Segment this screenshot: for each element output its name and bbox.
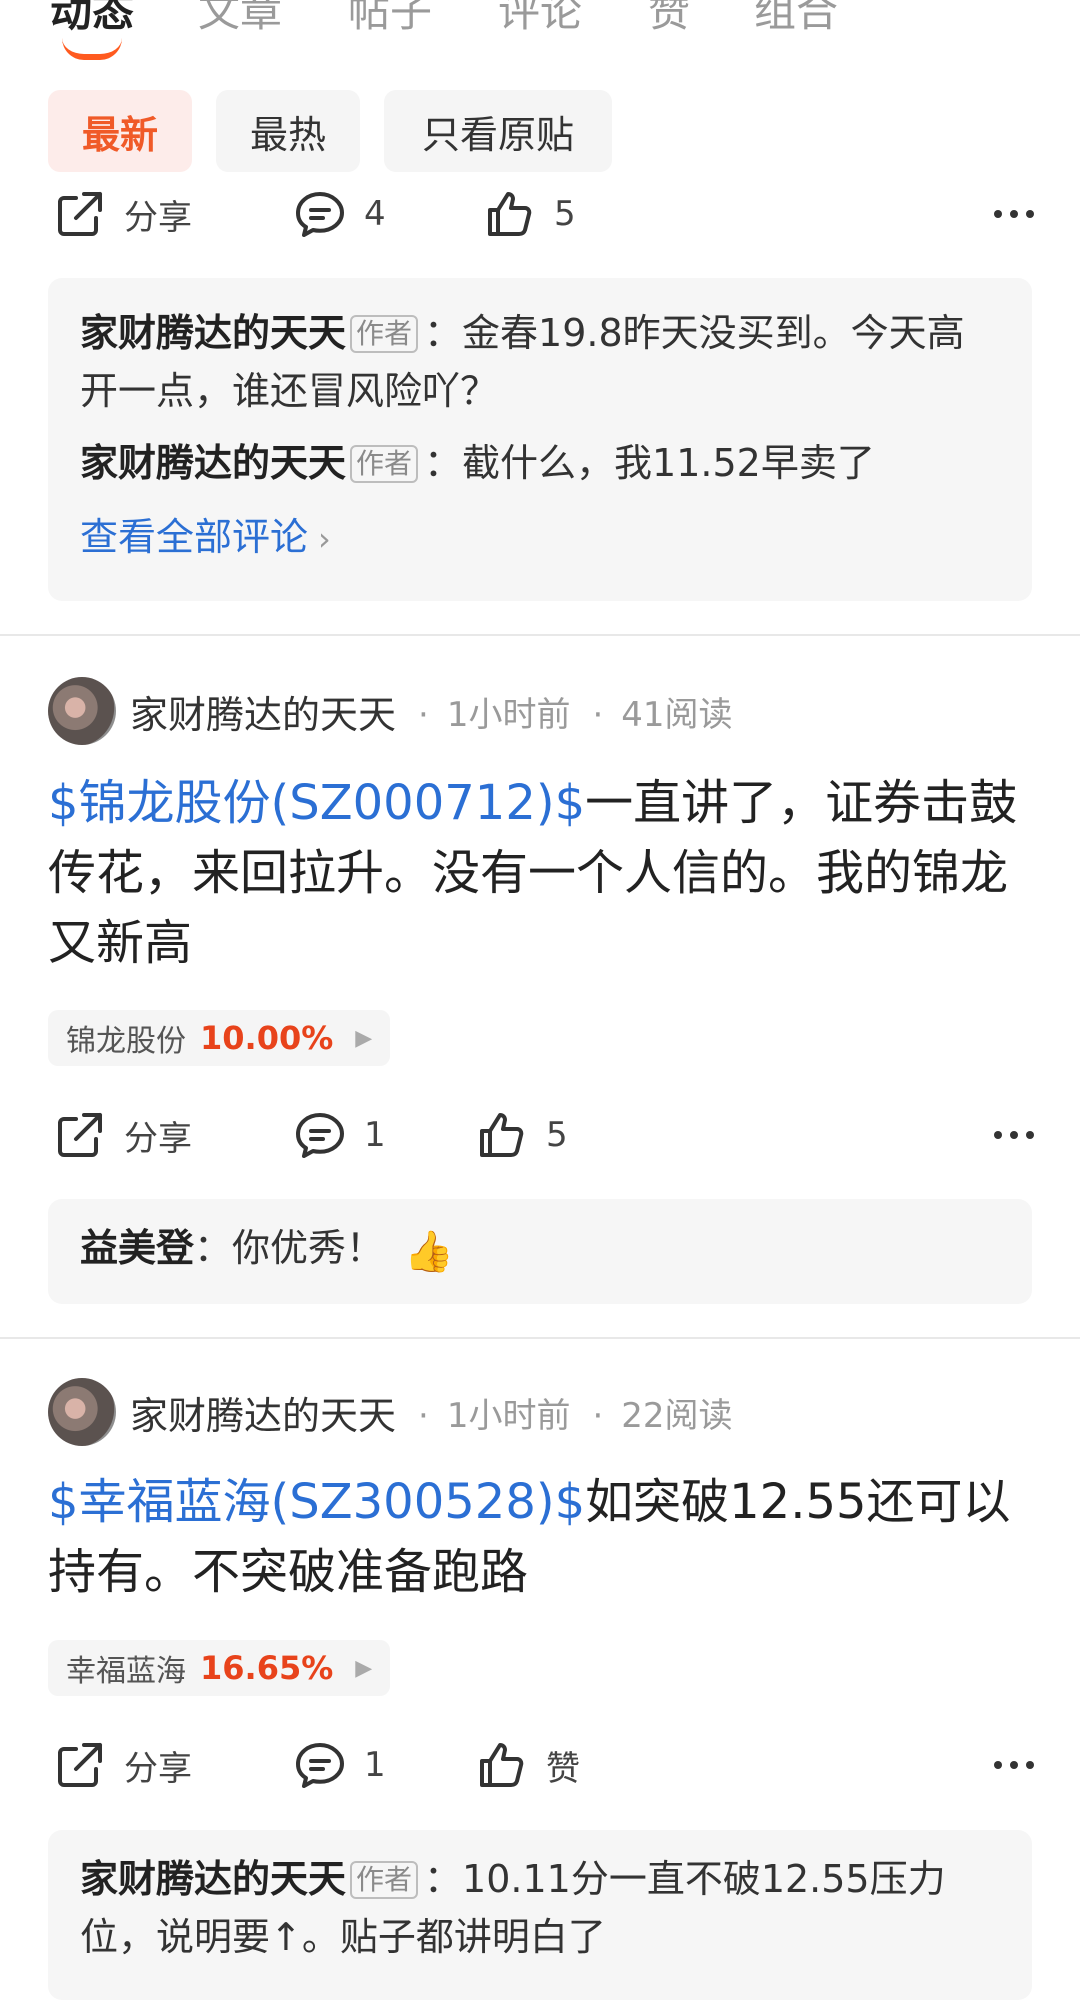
like-button[interactable]: 赞 xyxy=(474,1735,580,1795)
like-label: 赞 xyxy=(546,1748,580,1789)
stock-name: 锦龙股份 xyxy=(66,1024,186,1059)
tab-dynamic[interactable]: 动态 xyxy=(50,0,134,39)
thumbs-up-icon xyxy=(480,1743,524,1787)
post-action-bar: 分享 4 5 xyxy=(0,184,1080,244)
comment-item: 家财腾达的天天 作者 ：10.11分一直不破12.55压力位，说明要↑。贴子都讲明白… xyxy=(80,1850,1000,1966)
share-button[interactable]: 分享 xyxy=(52,1735,192,1795)
comment-button[interactable]: 4 xyxy=(292,184,386,244)
tab-posts[interactable]: 帖子 xyxy=(348,0,432,39)
post-body[interactable]: $锦龙股份(SZ000712)$一直讲了，证券击鼓传花，来回拉升。没有一个人信的… xyxy=(48,768,1038,978)
tab-comments[interactable]: 评论 xyxy=(498,0,582,39)
avatar[interactable] xyxy=(48,1378,116,1446)
comment-count: 1 xyxy=(364,1745,386,1785)
comment-icon xyxy=(296,1743,344,1788)
post-reads: · 41阅读 xyxy=(592,694,733,735)
post-action-bar: 分享 1 赞 xyxy=(0,1735,1080,1795)
filter-latest[interactable]: 最新 xyxy=(48,90,192,172)
post-author[interactable]: 家财腾达的天天 xyxy=(130,1385,396,1440)
stock-tag[interactable]: 锦龙股份 10.00% ▶ xyxy=(48,1010,391,1066)
active-tab-indicator xyxy=(62,38,122,60)
comment-button[interactable]: 1 xyxy=(292,1105,386,1165)
post-body[interactable]: $幸福蓝海(SZ300528)$如突破12.55还可以持有。不突破准备跑路 xyxy=(48,1467,1038,1607)
thumbs-up-icon xyxy=(480,1113,524,1157)
post-header: 家财腾达的天天 · 1小时前 · 41阅读 xyxy=(48,675,733,747)
post-header: 家财腾达的天天 · 1小时前 · 22阅读 xyxy=(48,1376,733,1448)
post-author[interactable]: 家财腾达的天天 xyxy=(130,684,396,739)
stock-link[interactable]: $锦龙股份(SZ000712)$ xyxy=(48,775,585,831)
share-label: 分享 xyxy=(124,1118,192,1159)
filter-hottest[interactable]: 最热 xyxy=(216,90,360,172)
more-icon[interactable] xyxy=(994,1735,1034,1795)
thumbs-up-icon xyxy=(488,192,532,236)
author-badge: 作者 xyxy=(350,1861,419,1899)
chevron-right-icon: › xyxy=(318,520,331,558)
comment-item: 家财腾达的天天 作者 ：金春19.8昨天没买到。今天高开一点，谁还冒风险吖？ xyxy=(80,304,1000,420)
stock-change: 10.00% xyxy=(200,1019,334,1057)
comment-user[interactable]: 家财腾达的天天 xyxy=(80,311,346,355)
tab-articles[interactable]: 文章 xyxy=(198,0,282,39)
post-reads: · 22阅读 xyxy=(592,1395,733,1436)
thumbs-up-emoji: 👍 xyxy=(404,1229,454,1275)
like-count: 5 xyxy=(554,194,576,234)
comment-icon xyxy=(296,192,344,237)
comment-count: 4 xyxy=(364,194,386,234)
comment-text: ：截什么，我11.52早卖了 xyxy=(424,441,875,485)
stock-tag[interactable]: 幸福蓝海 16.65% ▶ xyxy=(48,1640,391,1696)
comment-preview[interactable]: 益美登：你优秀！ 👍 xyxy=(48,1199,1032,1304)
comment-item: 益美登：你优秀！ 👍 xyxy=(80,1219,1000,1281)
tab-likes[interactable]: 赞 xyxy=(648,0,690,39)
more-icon[interactable] xyxy=(994,184,1034,244)
tab-bar: 动态 文章 帖子 评论 赞 组合 xyxy=(0,0,1080,60)
filter-original-only[interactable]: 只看原贴 xyxy=(384,90,612,172)
comment-user[interactable]: 家财腾达的天天 xyxy=(80,441,346,485)
comment-count: 1 xyxy=(364,1115,386,1155)
share-icon xyxy=(58,1743,102,1787)
comment-icon xyxy=(296,1113,344,1158)
comment-user[interactable]: 益美登 xyxy=(80,1226,194,1270)
stock-change: 16.65% xyxy=(200,1649,334,1687)
play-icon: ▶ xyxy=(355,1655,373,1681)
tab-portfolio[interactable]: 组合 xyxy=(754,0,838,39)
avatar[interactable] xyxy=(48,677,116,745)
comment-button[interactable]: 1 xyxy=(292,1735,386,1795)
share-button[interactable]: 分享 xyxy=(52,1105,192,1165)
share-icon xyxy=(58,192,102,236)
author-badge: 作者 xyxy=(350,315,419,353)
divider xyxy=(0,1337,1080,1339)
author-badge: 作者 xyxy=(350,445,419,483)
share-label: 分享 xyxy=(124,197,192,238)
post-action-bar: 分享 1 5 xyxy=(0,1105,1080,1165)
comment-text: ：你优秀！ xyxy=(194,1226,385,1270)
stock-name: 幸福蓝海 xyxy=(66,1654,186,1689)
comment-preview[interactable]: 家财腾达的天天 作者 ：10.11分一直不破12.55压力位，说明要↑。贴子都讲明白… xyxy=(48,1830,1032,2000)
stock-link[interactable]: $幸福蓝海(SZ300528)$ xyxy=(48,1474,585,1530)
more-icon[interactable] xyxy=(994,1105,1034,1165)
divider xyxy=(0,634,1080,636)
comment-item: 家财腾达的天天 作者 ：截什么，我11.52早卖了 xyxy=(80,434,1000,492)
play-icon: ▶ xyxy=(355,1025,373,1051)
like-button[interactable]: 5 xyxy=(474,1105,568,1165)
post-time: · 1小时前 xyxy=(418,1395,571,1436)
share-icon xyxy=(58,1113,102,1157)
see-all-comments-link[interactable]: 查看全部评论 › xyxy=(80,506,1000,561)
share-button[interactable]: 分享 xyxy=(52,184,192,244)
comment-preview[interactable]: 家财腾达的天天 作者 ：金春19.8昨天没买到。今天高开一点，谁还冒风险吖？ 家财腾… xyxy=(48,278,1032,601)
share-label: 分享 xyxy=(124,1748,192,1789)
like-count: 5 xyxy=(546,1115,568,1155)
post-time: · 1小时前 xyxy=(418,694,571,735)
like-button[interactable]: 5 xyxy=(482,184,576,244)
comment-user[interactable]: 家财腾达的天天 xyxy=(80,1857,346,1901)
